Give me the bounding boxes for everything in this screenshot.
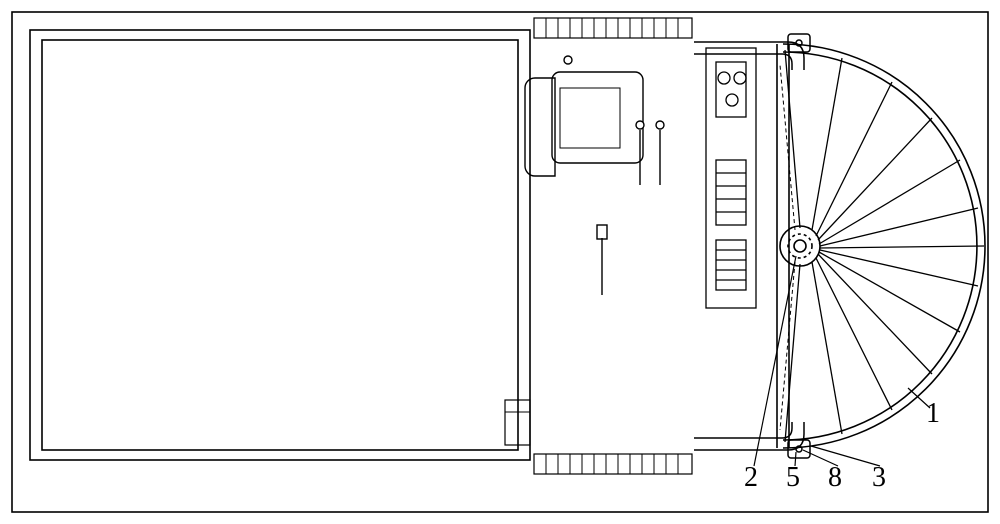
control-levers (597, 121, 664, 295)
mast-rails (534, 18, 692, 474)
callout-1: 1 (926, 398, 940, 430)
dash-panel (706, 48, 756, 308)
vehicle-body (30, 30, 530, 460)
operator-seat (525, 56, 643, 176)
patent-figure (0, 0, 1000, 524)
callout-5: 5 (786, 462, 800, 494)
fan-attachment (780, 44, 985, 448)
lower-bracket (788, 440, 810, 458)
leader-lines (754, 256, 930, 466)
callout-2: 2 (744, 462, 758, 494)
support-arms (694, 34, 810, 458)
callout-3: 3 (872, 462, 886, 494)
figure-frame (12, 12, 988, 512)
callout-8: 8 (828, 462, 842, 494)
